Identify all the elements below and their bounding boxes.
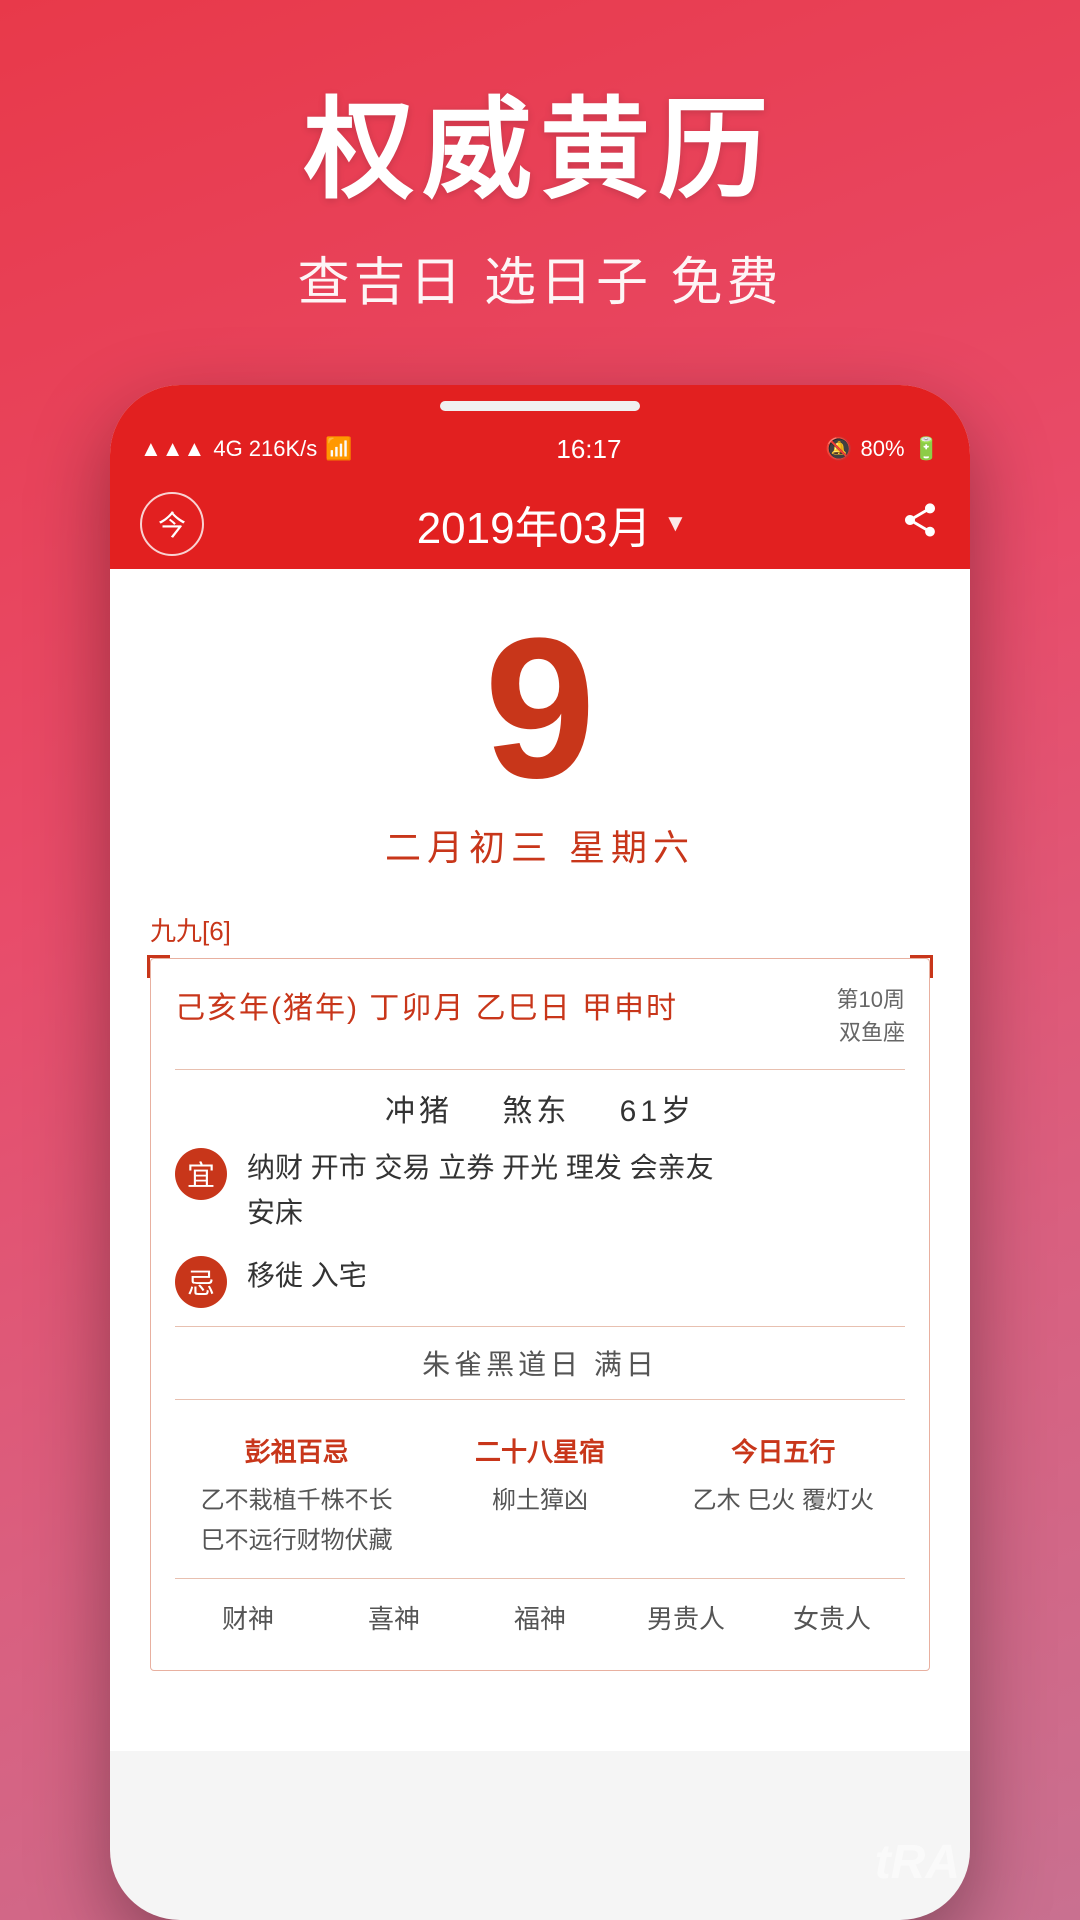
col1-title: 彭祖百忌 (175, 1432, 418, 1469)
signal-text: 4G 216K/s (213, 436, 317, 462)
app-header: 今 2019年03月 ▼ (110, 479, 970, 569)
age-text: 61岁 (620, 1095, 695, 1128)
main-content: 9 二月初三 星期六 九九[6] 己亥年(猪年) 丁卯月 乙巳日 甲申时 第10… (110, 569, 970, 1671)
ji-badge: 忌 (175, 1256, 227, 1308)
footer-nv-guiren: 女贵人 (759, 1599, 905, 1636)
month-text: 2019年03月 (417, 492, 652, 556)
month-title[interactable]: 2019年03月 ▼ (417, 492, 688, 556)
week-num: 第10周 (837, 983, 905, 1016)
wifi-icon: 📶 (325, 436, 352, 462)
alarm-icon: 🔕 (825, 436, 852, 462)
ganzhi-row: 己亥年(猪年) 丁卯月 乙巳日 甲申时 第10周 双鱼座 (175, 983, 905, 1049)
col-wuxing: 今日五行 乙木 巳火 覆灯火 (662, 1432, 905, 1563)
col2-content: 柳土獐凶 (418, 1481, 661, 1522)
yi-row: 宜 纳财 开市 交易 立券 开光 理发 会亲友安床 (175, 1146, 905, 1236)
status-bar: ▲▲▲ 4G 216K/s 📶 16:17 🔕 80% 🔋 (110, 419, 970, 479)
main-title: 权威黄历 (40, 60, 1040, 220)
yi-text: 纳财 开市 交易 立券 开光 理发 会亲友安床 (247, 1146, 905, 1236)
col1-content: 乙不栽植千株不长 巳不远行财物伏藏 (175, 1481, 418, 1563)
calendar-section: 九九[6] 己亥年(猪年) 丁卯月 乙巳日 甲申时 第10周 双鱼座 冲猪 煞东 (150, 911, 930, 1671)
footer-caishen: 财神 (175, 1599, 321, 1636)
ganzhi-text: 己亥年(猪年) 丁卯月 乙巳日 甲申时 (175, 983, 678, 1027)
chong-row: 冲猪 煞东 61岁 (175, 1086, 905, 1130)
col2-title: 二十八星宿 (418, 1432, 661, 1469)
yi-badge: 宜 (175, 1148, 227, 1200)
notch (440, 401, 640, 411)
ji-text: 移徙 入宅 (247, 1254, 905, 1299)
dropdown-arrow-icon: ▼ (664, 510, 688, 538)
col1-line1: 乙不栽植千株不长 (201, 1487, 393, 1514)
status-right: 🔕 80% 🔋 (825, 436, 940, 462)
weekday: 星期六 (569, 827, 695, 868)
status-left: ▲▲▲ 4G 216K/s 📶 (140, 436, 353, 462)
footer-nan-guiren: 男贵人 (613, 1599, 759, 1636)
col-xingsu: 二十八星宿 柳土獐凶 (418, 1432, 661, 1563)
divider-2 (175, 1326, 905, 1327)
black-day: 朱雀黑道日 满日 (175, 1343, 905, 1383)
share-button[interactable] (900, 500, 940, 549)
divider-3 (175, 1399, 905, 1400)
battery-icon: 🔋 (913, 436, 940, 462)
phone-notch-area (110, 385, 970, 419)
info-card: 己亥年(猪年) 丁卯月 乙巳日 甲申时 第10周 双鱼座 冲猪 煞东 61岁 (150, 958, 930, 1671)
chong-text: 冲猪 (385, 1095, 453, 1128)
footer-fushen: 福神 (467, 1599, 613, 1636)
date-number: 9 (484, 609, 595, 809)
signal-icon: ▲▲▲ (140, 436, 205, 462)
footer-xishen: 喜神 (321, 1599, 467, 1636)
footer-row: 财神 喜神 福神 男贵人 女贵人 (175, 1578, 905, 1646)
col3-content: 乙木 巳火 覆灯火 (662, 1481, 905, 1522)
today-button[interactable]: 今 (140, 492, 204, 556)
bottom-area (110, 1671, 970, 1751)
jiu-label: 九九[6] (150, 911, 930, 948)
sub-title: 查吉日 选日子 免费 (40, 240, 1040, 315)
col-pengzu: 彭祖百忌 乙不栽植千株不长 巳不远行财物伏藏 (175, 1432, 418, 1563)
zodiac: 双鱼座 (837, 1016, 905, 1049)
three-col: 彭祖百忌 乙不栽植千株不长 巳不远行财物伏藏 二十八星宿 柳土獐凶 今日五行 乙… (175, 1416, 905, 1563)
battery-text: 80% (861, 436, 905, 462)
ji-row: 忌 移徙 入宅 (175, 1254, 905, 1308)
sha-text: 煞东 (502, 1095, 570, 1128)
date-info: 二月初三 星期六 (385, 819, 695, 871)
top-section: 权威黄历 查吉日 选日子 免费 (0, 0, 1080, 355)
col1-line2: 巳不远行财物伏藏 (201, 1527, 393, 1554)
brand-watermark: tRA (875, 1835, 960, 1890)
phone-mockup: ▲▲▲ 4G 216K/s 📶 16:17 🔕 80% 🔋 今 2019年03月… (110, 385, 970, 1920)
status-time: 16:17 (556, 434, 621, 465)
divider-1 (175, 1069, 905, 1070)
lunar-date: 二月初三 (385, 827, 553, 868)
week-zodiac: 第10周 双鱼座 (837, 983, 905, 1049)
col3-title: 今日五行 (662, 1432, 905, 1469)
